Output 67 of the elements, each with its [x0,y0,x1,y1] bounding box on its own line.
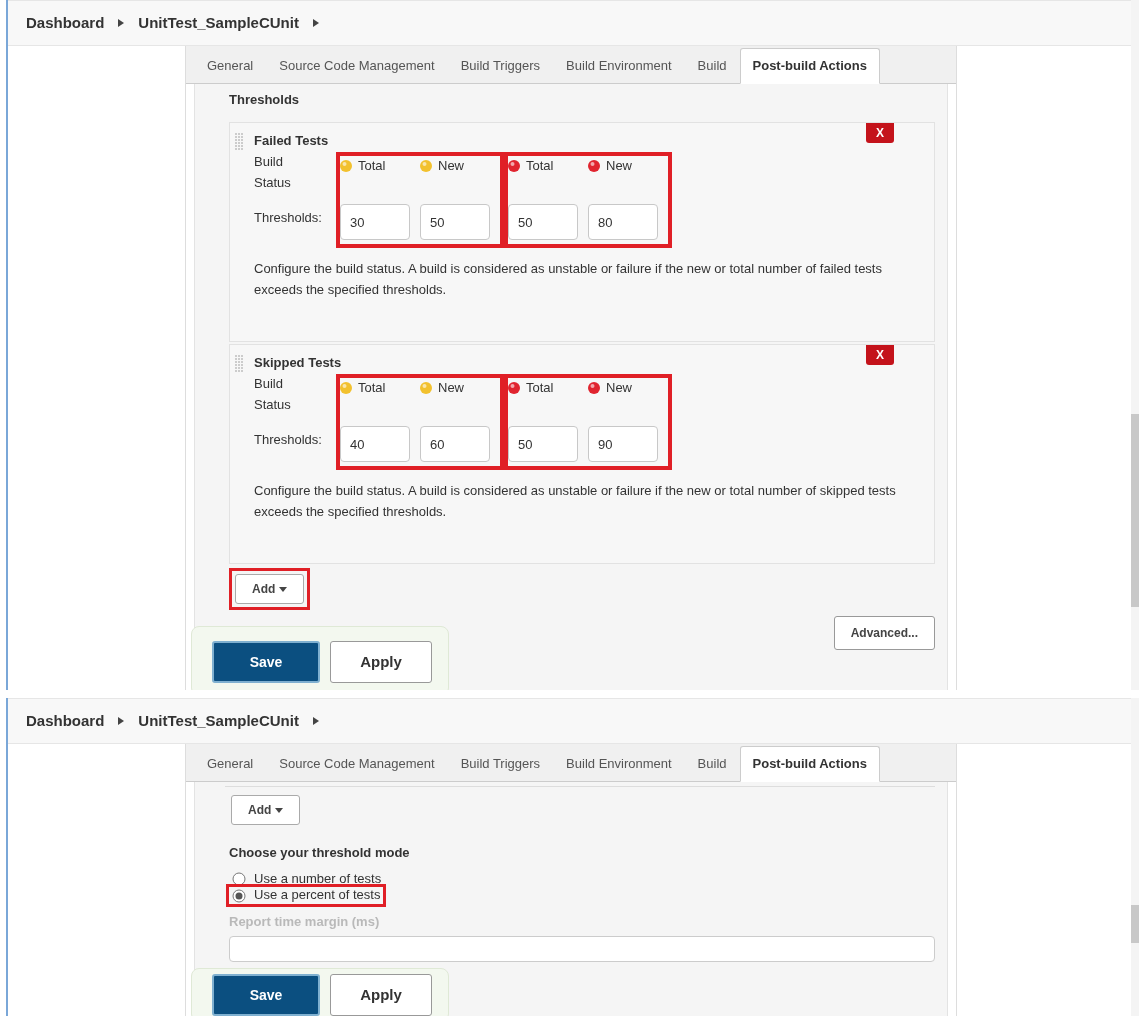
config-tab[interactable]: General [194,47,267,84]
caret-icon [274,808,283,814]
caret-icon [118,19,125,27]
breadcrumb-link[interactable]: UnitTest_SampleCUnit [138,709,299,733]
radio-option[interactable]: Use a number of tests [229,870,385,888]
config-tab[interactable]: Build Environment [553,47,685,84]
delete-button[interactable]: X [866,344,894,365]
help-text: Configure the build status. A build is considered as unstable or failure if the new or total number of failed tests exceeds the specified thresholds. [254,260,883,300]
threshold-input[interactable]: 50 [508,426,578,462]
threshold-input[interactable]: 50 [508,204,578,240]
add-button[interactable]: Add [231,795,300,825]
config-tab[interactable]: Post-build Actions [739,745,880,782]
status-label: New [438,379,464,397]
threshold-input[interactable]: 40 [340,426,410,462]
caret-icon [278,586,287,592]
config-tab[interactable]: Build Triggers [447,47,554,84]
status-label: New [606,379,632,397]
caret-icon [118,717,125,725]
card-title: Skipped Tests [254,353,342,372]
drag-handle-icon [234,354,244,373]
threshold-input[interactable]: 50 [420,204,490,240]
help-text: Configure the build status. A build is considered as unstable or failure if the new or total number of skipped tests exceeds the specified thresholds. [254,482,897,522]
card-title: Failed Tests [254,131,329,150]
apply-button[interactable]: Apply [330,974,432,1016]
config-tab[interactable]: Source Code Management [266,745,448,782]
apply-button[interactable]: Apply [330,641,432,683]
radio-option[interactable]: Use a percent of tests [229,887,384,905]
config-tab[interactable]: Source Code Management [266,47,448,84]
config-tab[interactable]: Build [684,745,740,782]
radio-button-icon [232,871,246,886]
breadcrumb-link[interactable]: Dashboard [26,11,105,35]
radio-button-icon [232,888,246,903]
config-tab[interactable]: Build Environment [553,745,685,782]
delete-button[interactable]: X [866,122,894,143]
add-button[interactable]: Add [235,573,304,604]
save-button[interactable]: Save [212,641,320,683]
caret-icon [312,717,319,725]
field-label: Thresholds: [254,209,322,228]
section-title: Choose your threshold mode [229,844,411,862]
field-label: Build Status [254,153,292,192]
status-label: New [438,157,464,175]
status-label: Total [358,157,386,175]
scrollbar-thumb[interactable] [1131,904,1139,943]
threshold-input[interactable]: 60 [420,426,490,462]
scrollbar-thumb[interactable] [1131,414,1139,608]
status-label: Total [526,379,554,397]
field-label: Report time margin (ms) [229,913,381,932]
field-label: Build Status [254,375,292,414]
status-label: Total [358,379,386,397]
section-title: Thresholds [229,91,301,109]
save-button[interactable]: Save [212,974,320,1016]
caret-icon [312,19,319,27]
config-tab[interactable]: Build Triggers [447,745,554,782]
drag-handle-icon [234,132,244,151]
config-tab[interactable]: Post-build Actions [739,47,880,84]
status-label: New [606,157,632,175]
status-label: Total [526,157,554,175]
breadcrumb-link[interactable]: UnitTest_SampleCUnit [138,11,299,35]
threshold-input[interactable]: 90 [588,426,658,462]
advanced-button[interactable]: Advanced... [833,615,935,650]
threshold-input[interactable]: 80 [588,204,658,240]
field-label: Thresholds: [254,431,322,450]
config-tab[interactable]: General [194,745,267,782]
config-tab[interactable]: Build [684,47,740,84]
threshold-input[interactable]: 30 [340,204,410,240]
text-field[interactable] [229,935,935,962]
breadcrumb-link[interactable]: Dashboard [26,709,105,733]
